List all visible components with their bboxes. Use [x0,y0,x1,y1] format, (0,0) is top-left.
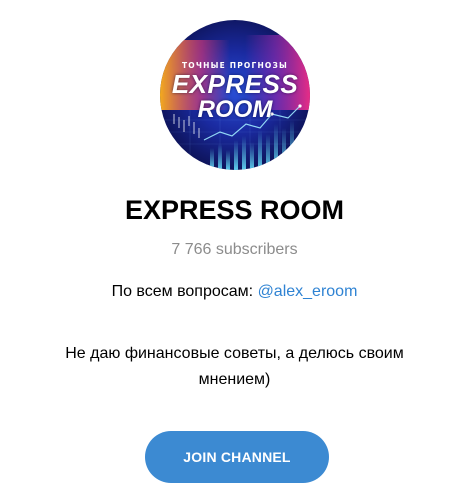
channel-avatar: ТОЧНЫЕ ПРОГНОЗЫ EXPRESS ROOM [160,20,310,170]
channel-card: ТОЧНЫЕ ПРОГНОЗЫ EXPRESS ROOM EXPRESS ROO… [0,0,469,503]
description-line-2: Не даю финансовые советы, а делюсь своим [65,345,404,362]
subscriber-count: 7 766 subscribers [171,241,298,258]
description-contact-text: По всем вопросам: [111,283,258,300]
contact-username-link[interactable]: @alex_eroom [258,283,358,300]
description-line-3: мнением) [198,371,271,388]
avatar-logo-line1: EXPRESS [171,69,299,99]
description-line-contact: По всем вопросам: @alex_eroom [0,283,469,301]
channel-title: EXPRESS ROOM [124,195,345,225]
avatar-logo: EXPRESS ROOM [160,71,310,122]
avatar-logo-line2: ROOM [197,96,273,123]
join-channel-button[interactable]: JOIN CHANNEL [145,431,329,483]
